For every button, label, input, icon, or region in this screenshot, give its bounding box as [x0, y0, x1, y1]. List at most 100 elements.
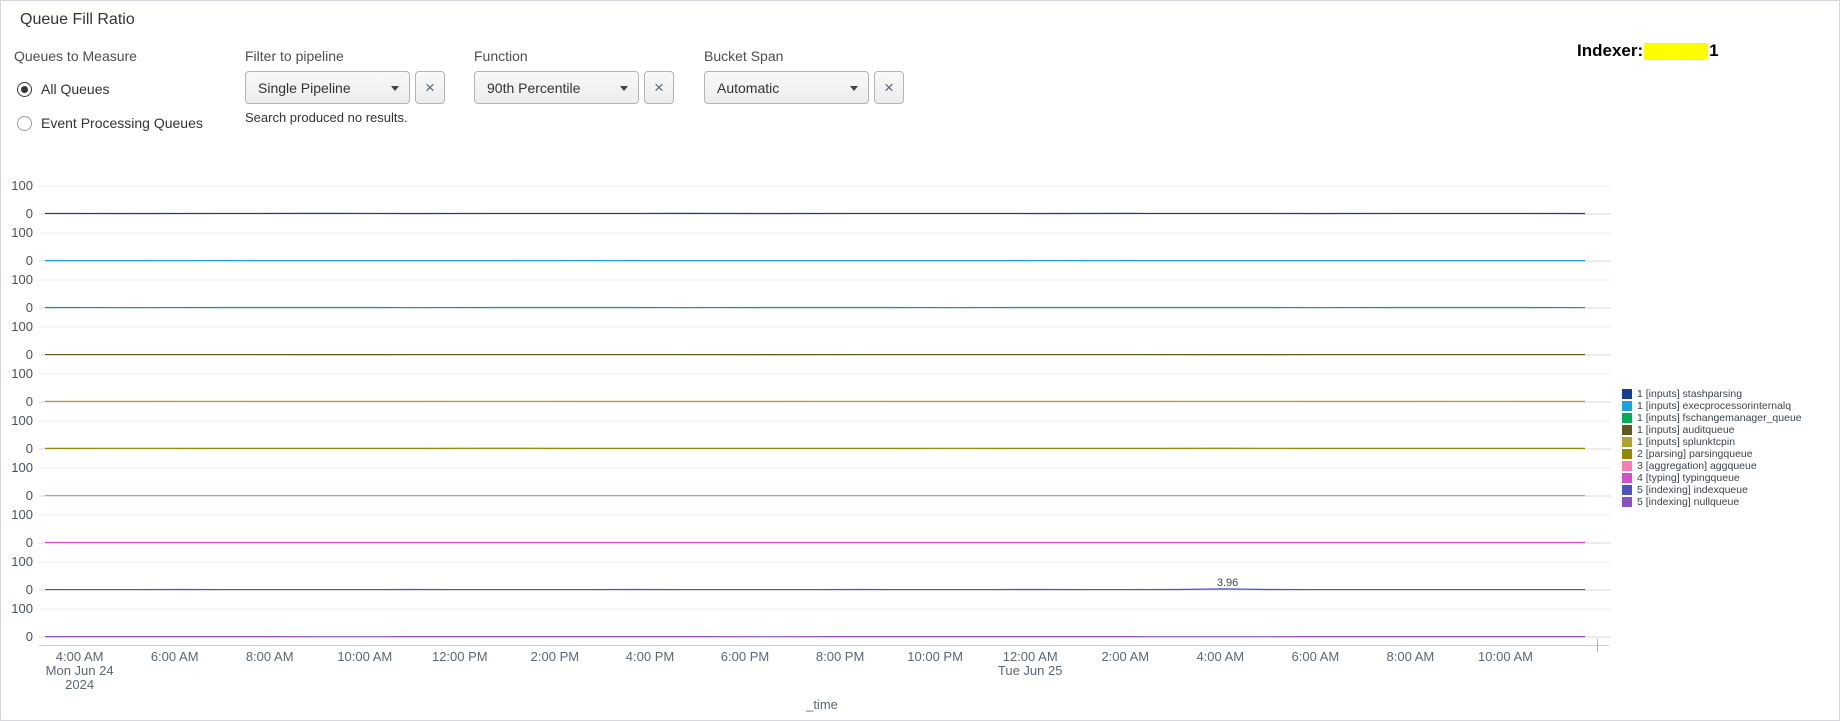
redacted-highlight	[1644, 42, 1709, 60]
function-dropdown[interactable]: 90th Percentile	[474, 71, 639, 104]
queue-fill-ratio-dashboard: Queue Fill Ratio Queues to Measure All Q…	[0, 0, 1840, 721]
x-tick-6: 4:00 PM	[600, 650, 700, 664]
x-tick-2: 8:00 AM	[220, 650, 320, 664]
y-tick-0: 0	[25, 253, 33, 268]
y-tick-100: 100	[11, 601, 33, 616]
legend-label: 1 [inputs] fschangemanager_queue	[1637, 412, 1802, 424]
x-tick-8: 8:00 PM	[790, 650, 890, 664]
x-tick-label: 4:00 AM	[1196, 649, 1245, 664]
chart-panel-10: 100 0	[1, 601, 1611, 650]
chart-panel-3: 100 0	[1, 272, 1611, 321]
close-icon: ×	[425, 78, 435, 97]
y-tick-100: 100	[11, 366, 33, 381]
x-tick-label: 6:00 PM	[720, 649, 770, 664]
sparkline-1	[39, 185, 1611, 215]
x-tick-label: 12:00 PM	[431, 649, 488, 664]
sparkline-4	[39, 326, 1611, 356]
bucket-span-clear-button[interactable]: ×	[874, 71, 904, 104]
radio-unselected-icon[interactable]	[17, 115, 32, 131]
chart-panel-8: 100 0	[1, 507, 1611, 556]
x-tick-11: 2:00 AM	[1075, 650, 1175, 664]
legend-swatch	[1622, 389, 1632, 399]
chart-panel-2: 100 0	[1, 226, 1611, 274]
y-tick-100: 100	[11, 178, 33, 193]
legend-item-7[interactable]: 3 [aggregation] aggqueue	[1622, 460, 1802, 472]
x-tick-date: 2024	[65, 677, 95, 692]
legend-label: 4 [typing] typingqueue	[1637, 472, 1740, 484]
sparkline-2	[39, 232, 1611, 262]
y-tick-0: 0	[25, 582, 33, 597]
chart-legend: 1 [inputs] stashparsing 1 [inputs] execpr…	[1622, 388, 1802, 508]
x-tick-label: 2:00 PM	[530, 649, 580, 664]
x-tick-14: 8:00 AM	[1360, 650, 1460, 664]
x-tick-9: 10:00 PM	[885, 650, 985, 664]
y-tick-100: 100	[11, 460, 33, 475]
indexer-heading: Indexer: 1	[1577, 41, 1719, 61]
y-tick-0: 0	[25, 441, 33, 456]
legend-item-8[interactable]: 4 [typing] typingqueue	[1622, 472, 1802, 484]
legend-item-3[interactable]: 1 [inputs] fschangemanager_queue	[1622, 412, 1802, 424]
y-tick-0: 0	[25, 629, 33, 644]
function-clear-button[interactable]: ×	[644, 71, 674, 104]
indexer-suffix: 1	[1709, 41, 1719, 60]
legend-item-9[interactable]: 5 [indexing] indexqueue	[1622, 484, 1802, 496]
legend-swatch	[1622, 437, 1632, 447]
legend-item-4[interactable]: 1 [inputs] auditqueue	[1622, 424, 1802, 436]
y-tick-100: 100	[11, 272, 33, 287]
radio-option-all-queues[interactable]: All Queues	[17, 81, 109, 97]
filter-to-pipeline-clear-button[interactable]: ×	[415, 71, 445, 104]
x-tick-label: 4:00 PM	[625, 649, 675, 664]
indexer-label: Indexer:	[1577, 41, 1644, 60]
y-tick-0: 0	[25, 488, 33, 503]
x-tick-15: 10:00 AM	[1456, 650, 1556, 664]
y-tick-100: 100	[11, 554, 33, 569]
page-title: Queue Fill Ratio	[20, 11, 135, 28]
sparkline-9: 3.96	[39, 561, 1611, 591]
function-control: Function 90th Percentile ×	[474, 48, 674, 104]
legend-item-6[interactable]: 2 [parsing] parsingqueue	[1622, 448, 1802, 460]
y-tick-100: 100	[11, 319, 33, 334]
legend-item-5[interactable]: 1 [inputs] splunktcpin	[1622, 436, 1802, 448]
y-tick-0: 0	[25, 206, 33, 221]
radio-option-label: Event Processing Queues	[41, 115, 203, 131]
legend-label: 1 [inputs] stashparsing	[1637, 388, 1743, 400]
bucket-span-dropdown[interactable]: Automatic	[704, 71, 869, 104]
x-tick-label: 2:00 AM	[1101, 649, 1150, 664]
legend-swatch	[1622, 401, 1632, 411]
y-tick-100: 100	[11, 507, 33, 522]
x-tick-5: 2:00 PM	[505, 650, 605, 664]
x-tick-0: 4:00 AM Mon Jun 24 2024	[30, 650, 130, 692]
legend-swatch	[1622, 473, 1632, 483]
radio-selected-icon[interactable]	[17, 81, 32, 97]
filter-to-pipeline-dropdown[interactable]: Single Pipeline	[245, 71, 410, 104]
x-tick-label: 8:00 AM	[1386, 649, 1435, 664]
x-tick-label: 10:00 PM	[907, 649, 963, 664]
sparkline-7	[39, 467, 1611, 497]
legend-label: 5 [indexing] nullqueue	[1637, 496, 1740, 508]
legend-item-1[interactable]: 1 [inputs] stashparsing	[1622, 388, 1802, 400]
radio-option-event-processing-queues[interactable]: Event Processing Queues	[17, 115, 203, 131]
chart-panel-4: 100 0	[1, 319, 1611, 368]
x-tick-label: 6:00 AM	[150, 649, 199, 664]
y-tick-0: 0	[25, 535, 33, 550]
chevron-down-icon	[850, 86, 858, 91]
x-tick-label: 10:00 AM	[337, 649, 393, 664]
x-tick-13: 6:00 AM	[1265, 650, 1365, 664]
chevron-down-icon	[620, 86, 628, 91]
queues-to-measure-label: Queues to Measure	[14, 48, 137, 64]
legend-item-2[interactable]: 1 [inputs] execprocessorinternalq	[1622, 400, 1802, 412]
chevron-down-icon	[391, 86, 399, 91]
legend-item-10[interactable]: 5 [indexing] nullqueue	[1622, 496, 1802, 508]
legend-label: 2 [parsing] parsingqueue	[1637, 448, 1753, 460]
x-axis-title: _time	[806, 697, 838, 712]
chart-panels: 100 0 100 0 100 0 100 0 100 0 100 0 100 0 100 0 100 0 3.96…	[1, 178, 1611, 650]
filter-to-pipeline-control: Filter to pipeline Single Pipeline × Sea…	[245, 48, 445, 125]
function-label: Function	[474, 48, 528, 64]
dropdown-value: 90th Percentile	[487, 79, 581, 96]
sparkline-10	[39, 608, 1611, 638]
legend-label: 3 [aggregation] aggqueue	[1637, 460, 1757, 472]
x-tick-label: 6:00 AM	[1291, 649, 1340, 664]
sparkline-3	[39, 279, 1611, 309]
chart-panel-1: 100 0	[1, 178, 1611, 227]
series-line	[44, 588, 1585, 591]
